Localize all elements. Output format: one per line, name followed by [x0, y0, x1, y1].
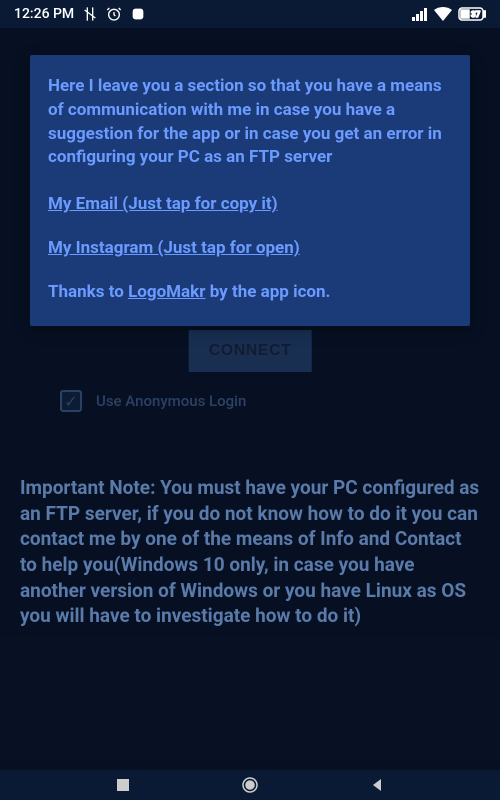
signal-icon [412, 7, 428, 21]
svg-text:37: 37 [471, 10, 481, 19]
status-right: 37 [412, 7, 486, 21]
anonymous-login-checkbox[interactable]: ✓ [60, 390, 82, 412]
important-note: Important Note: You must have your PC co… [20, 475, 480, 629]
recent-apps-button[interactable] [115, 777, 131, 793]
check-icon: ✓ [64, 392, 77, 411]
anonymous-login-label: Use Anonymous Login [96, 392, 246, 410]
wifi-icon [434, 7, 452, 21]
vibrate-icon [82, 6, 98, 22]
info-panel: Here I leave you a section so that you h… [30, 55, 470, 326]
status-bar: 12:26 PM 37 [0, 0, 500, 28]
navigation-bar [0, 770, 500, 800]
logomakr-link[interactable]: LogoMakr [128, 282, 205, 302]
battery-icon: 37 [458, 7, 486, 21]
connect-button[interactable]: CONNECT [189, 330, 312, 372]
status-left: 12:26 PM [14, 6, 146, 22]
app-icon [130, 6, 146, 22]
alarm-icon [106, 6, 122, 22]
anonymous-login-row[interactable]: ✓ Use Anonymous Login [60, 390, 246, 412]
info-intro: Here I leave you a section so that you h… [48, 75, 452, 170]
status-time: 12:26 PM [14, 6, 74, 22]
thanks-prefix: Thanks to [48, 282, 128, 302]
instagram-link[interactable]: My Instagram (Just tap for open) [48, 238, 452, 258]
home-button[interactable] [241, 776, 259, 794]
thanks-suffix: by the app icon. [205, 282, 330, 302]
back-button[interactable] [369, 777, 385, 793]
email-link[interactable]: My Email (Just tap for copy it) [48, 194, 452, 214]
thanks-text: Thanks to LogoMakr by the app icon. [48, 282, 452, 302]
